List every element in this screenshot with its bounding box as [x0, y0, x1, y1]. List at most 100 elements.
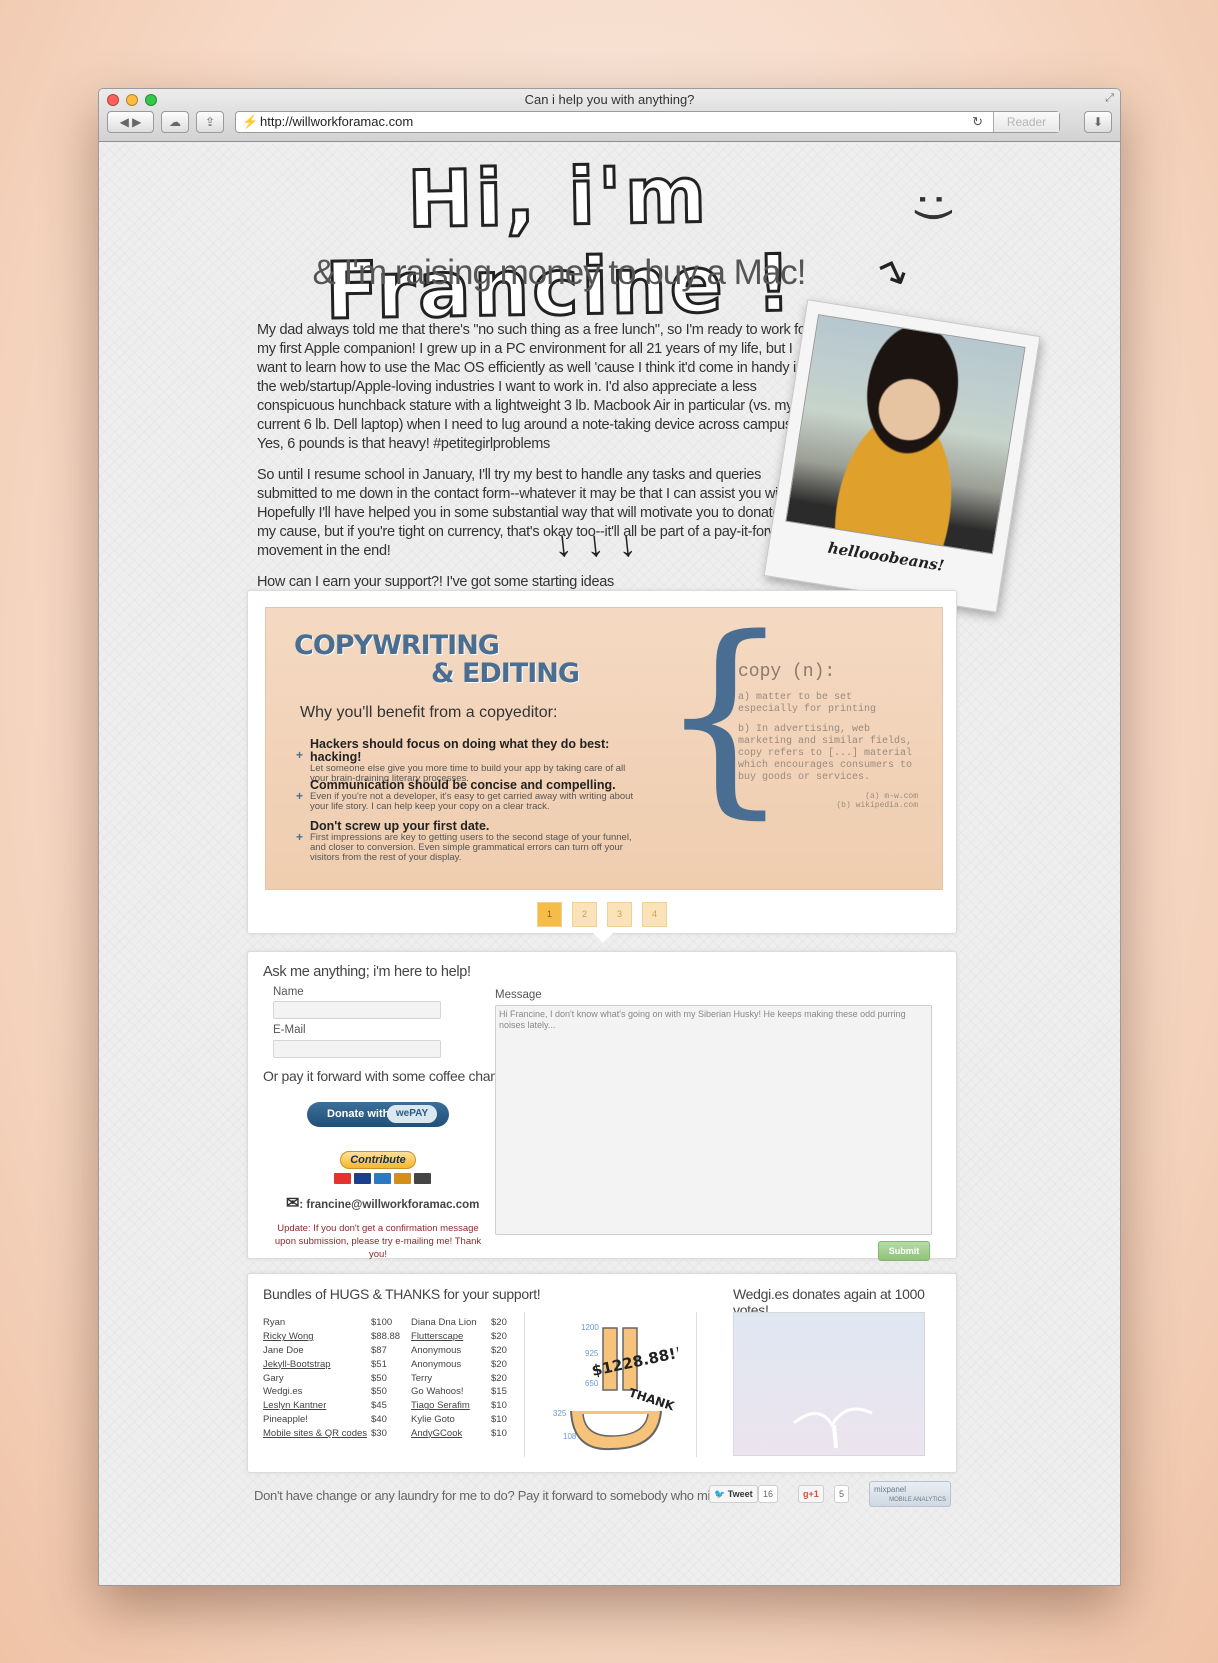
polaroid-photo: hellooobeans!	[763, 299, 1041, 613]
page-content: Hi, i'm Francine ! :) & I'm raising mone…	[99, 143, 1120, 1585]
tweet-count: 16	[758, 1485, 779, 1503]
contact-email[interactable]: ✉: francine@willworkforamac.com	[286, 1193, 479, 1213]
donor-name: Wedgi.es	[263, 1386, 303, 1398]
reload-icon[interactable]: ↻	[972, 112, 983, 132]
payment-cards	[334, 1173, 431, 1184]
donor-name[interactable]: Tiago Serafim	[411, 1399, 491, 1413]
icloud-tabs-button[interactable]: ☁	[161, 111, 189, 133]
slide-subheading: Why you'll benefit from a copyeditor:	[300, 704, 558, 721]
donor-amount: $50	[371, 1386, 387, 1398]
donor-name: Terry	[411, 1372, 433, 1384]
donor-amount: $10	[491, 1427, 507, 1439]
tweet-label: Tweet	[727, 1489, 753, 1499]
copy-definition: copy (n): a) matter to be set especially…	[738, 662, 918, 810]
down-arrow-icon: ↓	[551, 522, 575, 565]
donor-row: Ryan $100 Diana Dna Lion $20	[263, 1316, 521, 1330]
message-textarea[interactable]: Hi Francine, I don't know what's going o…	[495, 1005, 932, 1235]
contact-heading: Ask me anything; i'm here to help!	[263, 964, 471, 980]
supporters-panel: Bundles of HUGS & THANKS for your suppor…	[247, 1273, 957, 1473]
slider-pager: 1234	[248, 902, 956, 927]
donor-amount: $88.88	[371, 1331, 401, 1343]
definition-a: a) matter to be set especially for print…	[738, 692, 877, 715]
share-button[interactable]: ⇪	[196, 111, 224, 133]
downloads-button[interactable]: ⬇	[1084, 111, 1112, 133]
pager-dot-3[interactable]: 3	[607, 902, 632, 927]
donor-amount: $20	[491, 1331, 507, 1343]
mixpanel-logo: mixpanel	[874, 1485, 907, 1494]
donor-amount: $20	[491, 1358, 507, 1370]
donor-name: Go Wahoos!	[411, 1386, 464, 1398]
plus-icon: +	[296, 748, 304, 762]
portrait-photo	[785, 314, 1026, 555]
paypal-contribute-button[interactable]: Contribute	[340, 1151, 416, 1169]
fullscreen-icon[interactable]: ⤢	[1105, 92, 1114, 105]
benefit-item: + Communication should be concise and co…	[296, 779, 640, 812]
toolbar: ◀ ▶ ☁ ⇪ ⚡ http://willworkforamac.com ↻ R…	[107, 111, 1112, 135]
amex-icon	[374, 1173, 391, 1184]
benefit-title: Hackers should focus on doing what they …	[310, 737, 610, 764]
down-arrow-icon: ↓	[615, 522, 639, 565]
donor-amount: $20	[491, 1344, 507, 1356]
donor-row: Mobile sites & QR codes $30 AndyGCook $10	[263, 1426, 521, 1440]
donor-name: Ryan	[263, 1317, 286, 1329]
url-text: http://willworkforamac.com	[260, 114, 414, 129]
reader-button[interactable]: Reader	[993, 112, 1059, 132]
plus-icon: +	[296, 789, 304, 803]
name-input[interactable]	[273, 1001, 441, 1019]
donor-name[interactable]: Leslyn Kantner	[263, 1399, 371, 1413]
donor-name[interactable]: Ricky Wong	[263, 1330, 371, 1344]
donor-amount: $10	[491, 1413, 507, 1425]
slide-title: COPYWRITING	[294, 630, 500, 661]
hero-title: Hi, i'm Francine !	[323, 149, 797, 339]
visa-icon	[354, 1173, 371, 1184]
wepay-donate-button[interactable]: Donate with wePAY	[307, 1102, 449, 1127]
pager-dot-1[interactable]: 1	[537, 902, 562, 927]
donor-name[interactable]: Jekyll-Bootstrap	[263, 1357, 371, 1371]
donor-amount: $20	[491, 1372, 507, 1384]
benefit-text: First impressions are key to getting use…	[310, 832, 632, 863]
donor-table: Ryan $100 Diana Dna Lion $20 Ricky Wong $88.8…	[263, 1316, 521, 1440]
donor-row: Wedgi.es $50 Go Wahoos! $15	[263, 1385, 521, 1399]
donor-name[interactable]: AndyGCook	[411, 1426, 491, 1440]
envelope-icon: ✉	[286, 1195, 300, 1212]
smiley-icon: :)	[909, 192, 959, 223]
down-arrows: ↓ ↓ ↓	[551, 522, 650, 565]
pager-dot-2[interactable]: 2	[572, 902, 597, 927]
hero-subtitle: & I'm raising money to buy a Mac!	[312, 253, 806, 292]
window-title: Can i help you with anything?	[524, 92, 695, 107]
mixpanel-sub: MOBILE ANALYTICS	[889, 1497, 946, 1503]
submit-button[interactable]: Submit	[878, 1241, 930, 1261]
divider	[696, 1312, 697, 1457]
wepay-logo: wePAY	[387, 1105, 437, 1123]
email-address[interactable]: : francine@willworkforamac.com	[299, 1199, 479, 1211]
back-forward-buttons[interactable]: ◀ ▶	[107, 111, 154, 133]
slide-copywriting: COPYWRITING & EDITING Why you'll benefit…	[265, 607, 943, 890]
twitter-icon: 🐦	[714, 1489, 726, 1499]
donor-name[interactable]: Flutterscape	[411, 1330, 491, 1344]
thermometer-tick: 650	[585, 1379, 599, 1388]
thermometer-tick: 108	[563, 1432, 577, 1441]
donor-name[interactable]: Mobile sites & QR codes	[263, 1426, 371, 1440]
update-note: Update: If you don't get a confirmation …	[274, 1223, 482, 1260]
footer-text: Don't have change or any laundry for me …	[254, 1488, 731, 1503]
pager-dot-4[interactable]: 4	[642, 902, 667, 927]
thermometer-tick: 325	[553, 1409, 567, 1418]
panel-pointer	[593, 933, 613, 953]
bank-icon	[414, 1173, 431, 1184]
discover-icon	[394, 1173, 411, 1184]
benefit-text: Even if you're not a developer, it's eas…	[310, 791, 634, 812]
email-input[interactable]	[273, 1040, 441, 1058]
mastercard-icon	[334, 1173, 351, 1184]
address-bar[interactable]: ⚡ http://willworkforamac.com ↻ Reader	[235, 111, 1060, 133]
tweet-button[interactable]: 🐦 Tweet	[709, 1485, 758, 1503]
mixpanel-badge[interactable]: mixpanel MOBILE ANALYTICS	[869, 1481, 951, 1507]
thermometer-tick: 1200	[581, 1323, 599, 1332]
services-slider: COPYWRITING & EDITING Why you'll benefit…	[247, 590, 957, 943]
intro-text: My dad always told me that there's "no s…	[257, 321, 817, 604]
donor-amount: $15	[491, 1386, 507, 1398]
gplus-button[interactable]: g+1	[798, 1485, 824, 1503]
donation-thermometer: 1200 925 650 325 108 $1228.88!!!! THANK …	[533, 1316, 712, 1456]
slide-title-2: & EDITING	[431, 658, 580, 689]
thermometer-tick: 925	[585, 1349, 599, 1358]
donor-name: Anonymous	[411, 1344, 462, 1356]
